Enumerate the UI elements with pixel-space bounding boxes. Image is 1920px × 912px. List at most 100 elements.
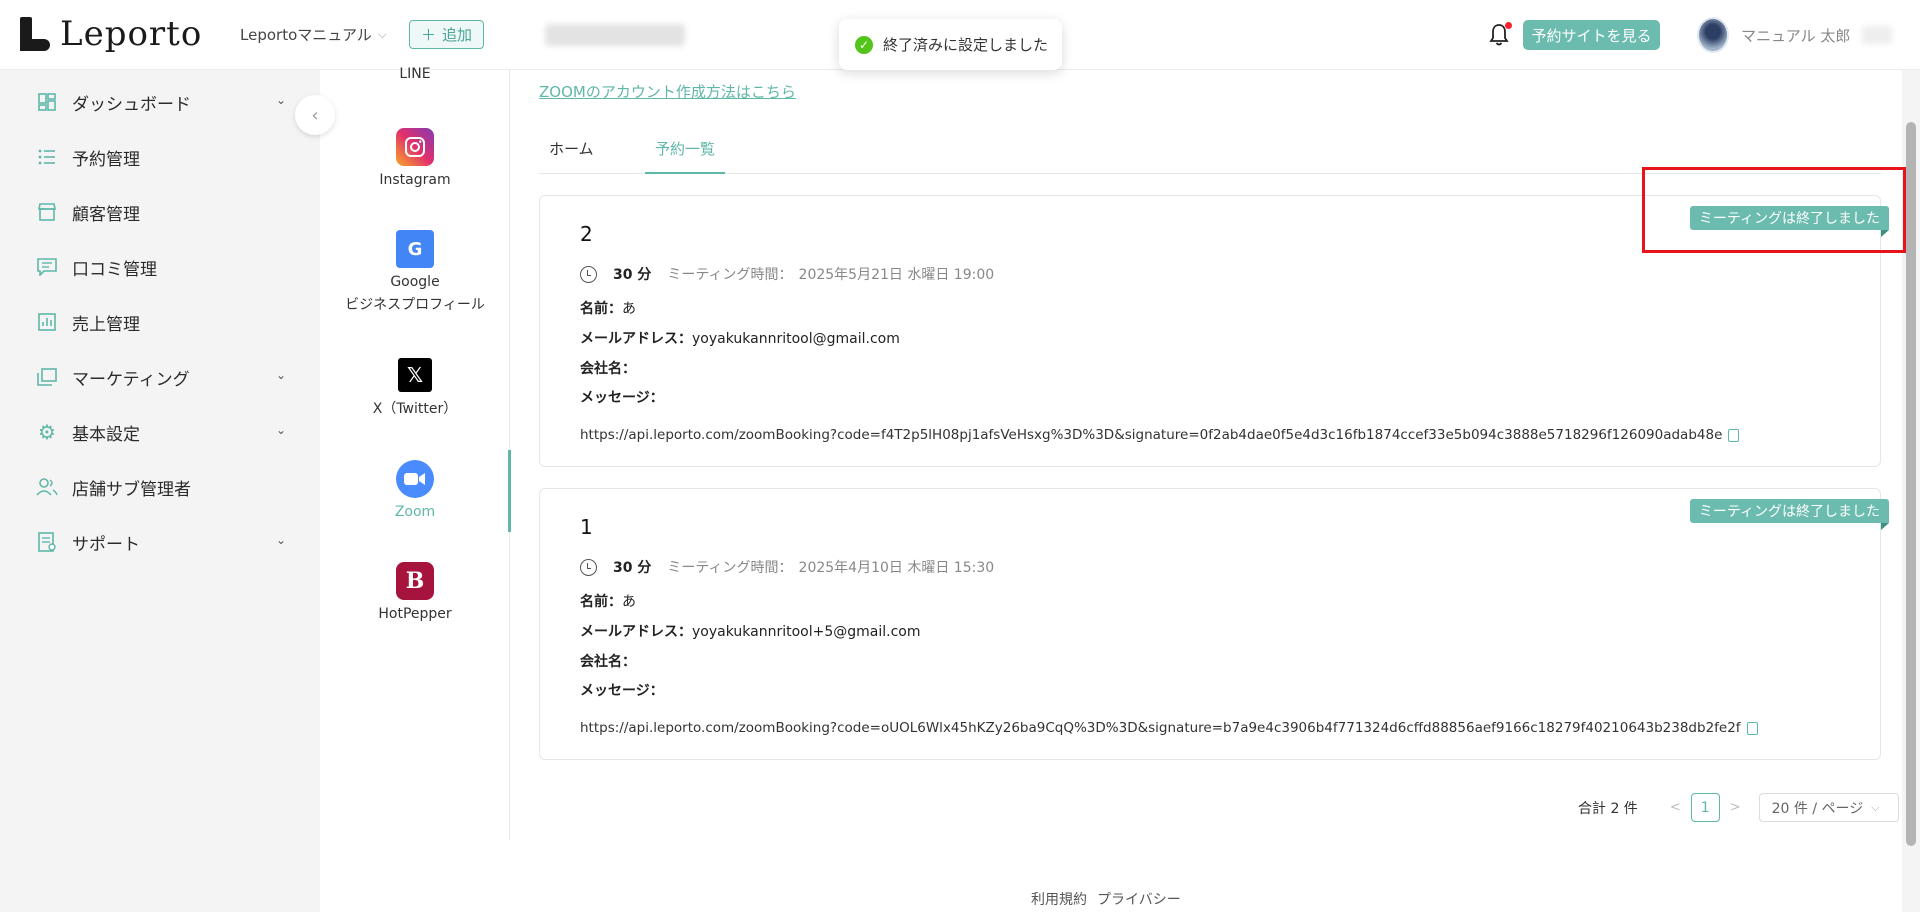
status-badge: ミーティングは終了しました	[1689, 499, 1890, 530]
notification-bell-icon[interactable]	[1488, 22, 1512, 47]
meeting-time-label: ミーティング時間：	[667, 560, 793, 576]
store-selector[interactable]: Leportoマニュアル ⌵	[240, 24, 387, 45]
name-value: あ	[622, 301, 636, 317]
sidebar-item-label: 売上管理	[72, 314, 140, 335]
chevron-down-icon: ⌵	[1871, 800, 1880, 814]
meeting-time-label: ミーティング時間：	[667, 267, 793, 283]
message-field: メッセージ：	[580, 680, 664, 700]
chevron-down-icon: ⌄	[275, 368, 286, 382]
booking-duration: 30 分	[613, 560, 652, 576]
channel-x-twitter[interactable]: 𝕏 X（Twitter）	[320, 358, 510, 418]
sidebar-item-sales[interactable]: 売上管理	[36, 307, 286, 337]
sidebar-item-support[interactable]: サポート ⌄	[36, 527, 286, 557]
logo-text: Leporto	[60, 14, 203, 54]
blurred-text	[545, 24, 685, 46]
prev-page-icon[interactable]: <	[1670, 800, 1681, 815]
notification-dot	[1505, 22, 1512, 29]
success-toast: ✓ 終了済みに設定しました	[839, 19, 1062, 70]
privacy-link[interactable]: プライバシー	[1097, 889, 1181, 909]
name-value: あ	[622, 594, 636, 610]
tab-booking-list[interactable]: 予約一覧	[645, 138, 726, 174]
next-page-icon[interactable]: >	[1730, 800, 1741, 815]
add-button[interactable]: ＋ 追加	[409, 20, 484, 49]
email-label: メールアドレス：	[580, 624, 692, 640]
sidebar-item-label: マーケティング	[72, 369, 190, 390]
comment-icon	[36, 256, 58, 278]
booking-url: https://api.leporto.com/zoomBooking?code…	[580, 427, 1740, 443]
add-button-label: 追加	[442, 26, 473, 44]
sidebar-item-label: 口コミ管理	[72, 259, 157, 280]
clock-icon	[580, 265, 597, 283]
channel-google[interactable]: G Google ビジネスプロフィール	[320, 230, 510, 314]
company-field: 会社名：	[580, 358, 636, 378]
sidebar-item-reviews[interactable]: 口コミ管理	[36, 252, 286, 282]
user-name: マニュアル 太郎	[1741, 26, 1851, 45]
sidebar-item-sub-admins[interactable]: 店舗サブ管理者	[36, 472, 286, 502]
channel-instagram[interactable]: Instagram	[320, 128, 510, 188]
name-field: 名前：あ	[580, 591, 636, 611]
chevron-down-icon: ⌄	[275, 423, 286, 437]
chevron-down-icon: ⌵	[377, 27, 387, 41]
booking-number: 1	[580, 515, 593, 539]
copy-icon[interactable]	[1746, 721, 1758, 735]
check-circle-icon: ✓	[855, 35, 873, 54]
footer: 利用規約 プライバシー	[1031, 889, 1181, 909]
sidebar-item-label: 基本設定	[72, 424, 140, 445]
gear-icon: ⚙	[38, 420, 56, 444]
sidebar-item-reservations[interactable]: 予約管理	[36, 142, 286, 172]
channel-label: X（Twitter）	[372, 401, 458, 417]
highlight-annotation-box	[1642, 167, 1906, 253]
user-menu[interactable]: マニュアル 太郎	[1697, 17, 1893, 53]
channel-label: LINE	[399, 66, 431, 82]
channel-label: Zoom	[394, 504, 436, 520]
sidebar-item-settings[interactable]: ⚙ 基本設定 ⌄	[36, 417, 286, 447]
email-field: メールアドレス：yoyakukannritool@gmail.com	[580, 328, 900, 348]
name-label: 名前：	[580, 594, 622, 610]
email-field: メールアドレス：yoyakukannritool+5@gmail.com	[580, 621, 920, 641]
sidebar: ダッシュボード ⌄ 予約管理 顧客管理 口コミ管理 売上管理 マーケティング ⌄…	[0, 70, 320, 912]
channel-list: LINE Instagram G Google ビジネスプロフィール 𝕏 X（T…	[320, 66, 511, 840]
channel-label: Google	[390, 274, 440, 290]
email-value: yoyakukannritool+5@gmail.com	[692, 624, 921, 640]
channel-line[interactable]: LINE	[320, 66, 510, 82]
message-field: メッセージ：	[580, 387, 664, 407]
avatar	[1697, 17, 1729, 53]
users-icon	[36, 476, 58, 498]
zoom-account-help-link[interactable]: ZOOMのアカウント作成方法はこちら	[539, 81, 796, 102]
channel-hotpepper[interactable]: B HotPepper	[320, 562, 510, 622]
name-label: 名前：	[580, 301, 622, 317]
support-icon	[36, 531, 58, 553]
clock-icon	[580, 558, 597, 576]
view-booking-site-button[interactable]: 予約サイトを見る	[1523, 20, 1660, 50]
sidebar-item-marketing[interactable]: マーケティング ⌄	[36, 362, 286, 392]
message-label: メッセージ：	[580, 683, 664, 699]
x-twitter-icon: 𝕏	[398, 358, 432, 392]
email-value: yoyakukannritool@gmail.com	[692, 331, 900, 347]
zoom-icon	[396, 460, 434, 498]
blurred-text	[1862, 26, 1893, 44]
terms-link[interactable]: 利用規約	[1031, 889, 1087, 909]
booking-duration: 30 分	[613, 267, 652, 283]
channel-label: Instagram	[379, 172, 451, 188]
sidebar-item-label: サポート	[72, 534, 140, 555]
page-size-select[interactable]: 20 件 / ページ ⌵	[1758, 793, 1899, 822]
marketing-icon	[36, 366, 58, 388]
sidebar-item-dashboard[interactable]: ダッシュボード ⌄	[36, 87, 286, 117]
collapse-sidebar-button[interactable]: ‹	[295, 95, 335, 135]
meeting-time: 2025年5月21日 水曜日 19:00	[798, 267, 995, 283]
sidebar-item-label: 顧客管理	[72, 204, 140, 225]
page-number-button[interactable]: 1	[1690, 793, 1720, 822]
chevron-down-icon: ⌄	[275, 533, 286, 547]
chevron-down-icon: ⌄	[275, 93, 286, 107]
tab-home[interactable]: ホーム	[539, 138, 604, 174]
scrollbar-thumb[interactable]	[1906, 122, 1916, 846]
copy-icon[interactable]	[1728, 428, 1740, 442]
leporto-logo[interactable]: Leporto	[20, 14, 202, 54]
sidebar-item-customers[interactable]: 顧客管理	[36, 197, 286, 227]
channel-zoom[interactable]: Zoom	[320, 460, 510, 520]
instagram-icon	[396, 128, 434, 166]
email-label: メールアドレス：	[580, 331, 692, 347]
active-channel-indicator	[508, 450, 511, 532]
page-size-value: 20 件 / ページ	[1771, 800, 1864, 817]
google-business-icon: G	[396, 230, 434, 268]
